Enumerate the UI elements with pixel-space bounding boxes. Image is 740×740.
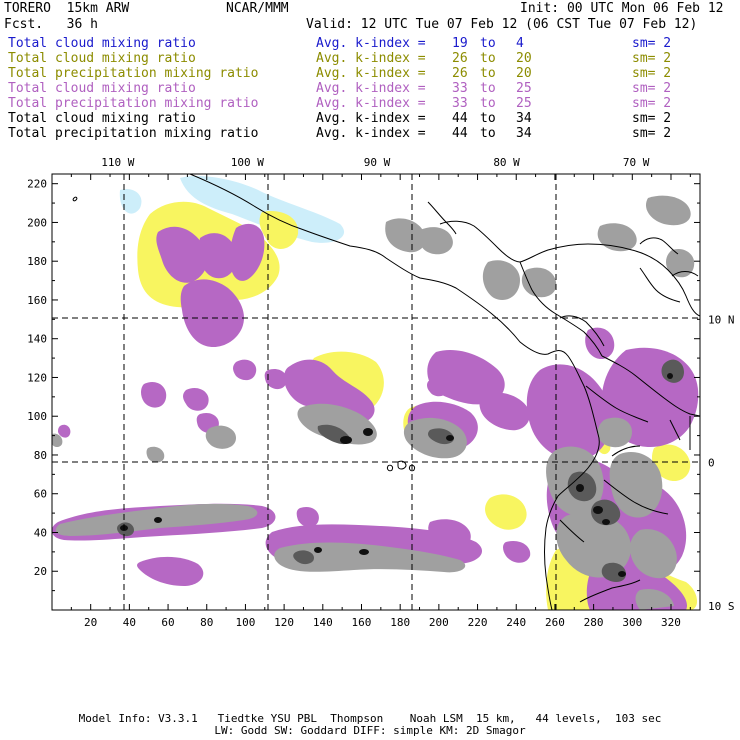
- legend-to: 25: [516, 96, 532, 111]
- legend-field-name: Total cloud mixing ratio: [8, 81, 196, 96]
- x-tick-label: 260: [545, 616, 565, 629]
- legend-index-label: Avg. k-index =: [316, 126, 426, 141]
- legend-to-word: to: [480, 111, 496, 126]
- legend-index-label: Avg. k-index =: [316, 36, 426, 51]
- legend-field-name: Total precipitation mixing ratio: [8, 66, 259, 81]
- legend-row: Total cloud mixing ratio Avg. k-index = …: [8, 111, 671, 126]
- y-tick-label: 220: [27, 178, 47, 191]
- legend-to: 34: [516, 126, 532, 141]
- init-time: Init: 00 UTC Mon 06 Feb 12: [520, 1, 724, 16]
- legend-from: 26: [452, 51, 468, 66]
- y-tick-label: 180: [27, 255, 47, 268]
- legend-to-word: to: [480, 81, 496, 96]
- x-tick-label: 280: [584, 616, 604, 629]
- legend-row: Total precipitation mixing ratio Avg. k-…: [8, 66, 671, 81]
- model-info-line-2: LW: Godd SW: Goddard DIFF: simple KM: 2D…: [214, 724, 526, 737]
- longitude-label: 80 W: [493, 156, 520, 169]
- forecast-map: 20 40 60 80 100 120 140 160 180 200 220 240 260 280 30…: [27, 156, 735, 629]
- y-tick-label: 120: [27, 371, 47, 384]
- legend-from: 44: [452, 111, 468, 126]
- legend-index-label: Avg. k-index =: [316, 51, 426, 66]
- x-tick-label: 160: [352, 616, 372, 629]
- legend-field-name: Total cloud mixing ratio: [8, 111, 196, 126]
- legend-to-word: to: [480, 96, 496, 111]
- x-tick-label: 320: [661, 616, 681, 629]
- x-tick-label: 140: [313, 616, 333, 629]
- y-tick-label: 200: [27, 216, 47, 229]
- legend-smoothing: sm= 2: [632, 66, 672, 81]
- legend-index-label: Avg. k-index =: [316, 96, 426, 111]
- legend-field-name: Total cloud mixing ratio: [8, 36, 196, 51]
- legend-to: 4: [516, 36, 524, 51]
- x-tick-label: 20: [84, 616, 97, 629]
- legend-to-word: to: [480, 51, 496, 66]
- legend-smoothing: sm= 2: [632, 51, 672, 66]
- longitude-label: 70 W: [623, 156, 650, 169]
- legend-field-name: Total precipitation mixing ratio: [8, 126, 259, 141]
- latitude-label: 0: [708, 457, 715, 470]
- latitude-label: 10 N: [708, 313, 735, 326]
- legend-row: Total cloud mixing ratio Avg. k-index = …: [8, 51, 671, 66]
- organization-label: NCAR/MMM: [226, 1, 289, 16]
- legend-from: 33: [452, 81, 468, 96]
- legend-field-name: Total cloud mixing ratio: [8, 51, 196, 66]
- y-tick-label: 140: [27, 333, 47, 346]
- legend-smoothing: sm= 2: [632, 36, 672, 51]
- legend-smoothing: sm= 2: [632, 96, 672, 111]
- legend-to-word: to: [480, 36, 496, 51]
- legend-index-label: Avg. k-index =: [316, 66, 426, 81]
- longitude-label: 100 W: [231, 156, 264, 169]
- legend-smoothing: sm= 2: [632, 111, 672, 126]
- legend-from: 19: [452, 36, 468, 51]
- legend-smoothing: sm= 2: [632, 81, 672, 96]
- longitude-label: 110 W: [101, 156, 134, 169]
- legend-to-word: to: [480, 66, 496, 81]
- legend-index-label: Avg. k-index =: [316, 81, 426, 96]
- y-tick-label: 100: [27, 410, 47, 423]
- legend-smoothing: sm= 2: [632, 126, 672, 141]
- legend-to: 20: [516, 66, 532, 81]
- legend-to: 25: [516, 81, 532, 96]
- legend-index-label: Avg. k-index =: [316, 111, 426, 126]
- field-legend: Total cloud mixing ratio Avg. k-index = …: [8, 36, 671, 141]
- legend-row: Total cloud mixing ratio Avg. k-index = …: [8, 36, 671, 51]
- y-tick-label: 40: [34, 526, 47, 539]
- legend-field-name: Total precipitation mixing ratio: [8, 96, 259, 111]
- y-tick-label: 80: [34, 449, 47, 462]
- x-tick-label: 100: [235, 616, 255, 629]
- legend-to: 20: [516, 51, 532, 66]
- forecast-hour: Fcst. 36 h: [4, 17, 98, 32]
- x-tick-label: 220: [468, 616, 488, 629]
- x-tick-label: 240: [506, 616, 526, 629]
- legend-row: Total cloud mixing ratio Avg. k-index = …: [8, 81, 671, 96]
- x-tick-label: 300: [622, 616, 642, 629]
- x-tick-label: 200: [429, 616, 449, 629]
- legend-from: 44: [452, 126, 468, 141]
- y-tick-label: 20: [34, 565, 47, 578]
- longitude-label: 90 W: [364, 156, 391, 169]
- latitude-label: 10 S: [708, 600, 735, 613]
- valid-time: Valid: 12 UTC Tue 07 Feb 12 (06 CST Tue …: [306, 17, 698, 32]
- model-title: TORERO 15km ARW: [4, 1, 130, 16]
- legend-to: 34: [516, 111, 532, 126]
- y-tick-label: 60: [34, 488, 47, 501]
- x-tick-label: 120: [274, 616, 294, 629]
- x-tick-label: 60: [161, 616, 174, 629]
- x-tick-label: 80: [200, 616, 213, 629]
- legend-to-word: to: [480, 126, 496, 141]
- legend-from: 26: [452, 66, 468, 81]
- legend-row: Total precipitation mixing ratio Avg. k-…: [8, 126, 671, 141]
- x-tick-label: 180: [390, 616, 410, 629]
- legend-row: Total precipitation mixing ratio Avg. k-…: [8, 96, 671, 111]
- y-tick-label: 160: [27, 294, 47, 307]
- legend-from: 33: [452, 96, 468, 111]
- x-tick-label: 40: [123, 616, 136, 629]
